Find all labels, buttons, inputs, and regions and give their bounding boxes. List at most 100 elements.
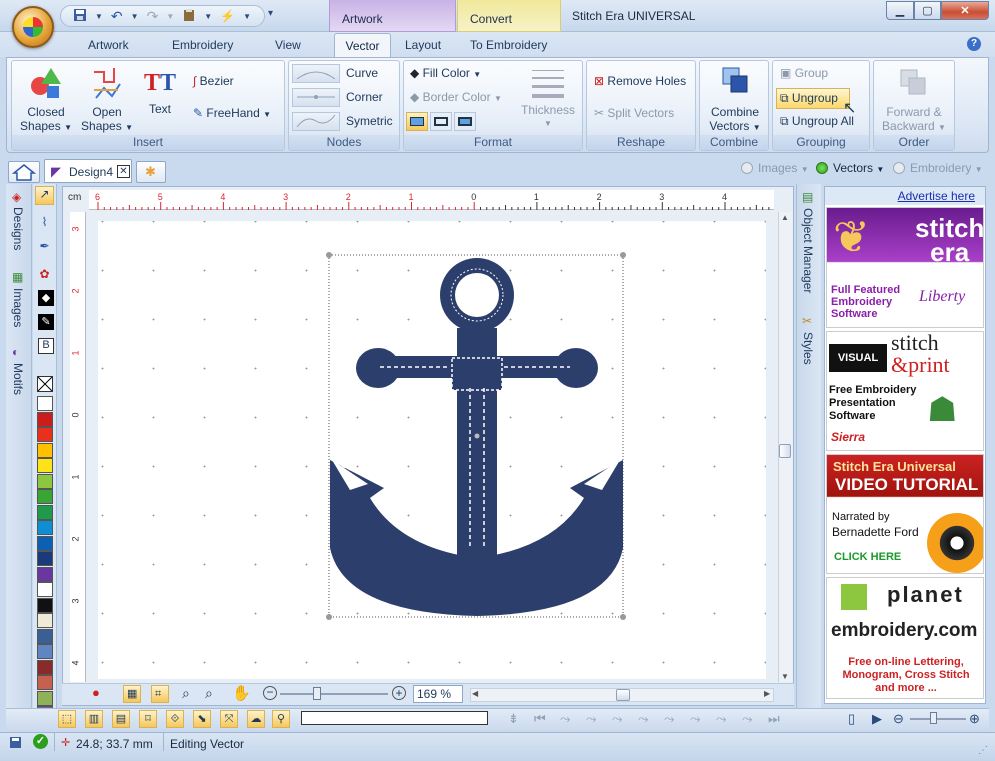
grid-toggle-button[interactable]: ▦ bbox=[123, 685, 141, 703]
minimize-button[interactable]: ▁ bbox=[886, 1, 914, 20]
playback-step-icon[interactable]: ⤳ bbox=[560, 711, 570, 727]
document-tab-design4[interactable]: ◤ Design4 ✕ bbox=[44, 159, 132, 183]
color-swatch[interactable] bbox=[37, 535, 53, 551]
wizard-tool[interactable]: ⚲ bbox=[272, 710, 290, 728]
guides-toggle-button[interactable]: ⌗ bbox=[151, 685, 169, 703]
open-shapes-button[interactable]: Open Shapes ▼ bbox=[79, 64, 135, 135]
color-swatch[interactable] bbox=[37, 396, 53, 411]
save-icon[interactable] bbox=[73, 8, 87, 25]
close-button[interactable]: ✕ bbox=[941, 1, 989, 20]
eyedropper-tool[interactable]: ✎ bbox=[38, 314, 54, 330]
color-swatch[interactable] bbox=[37, 489, 53, 504]
zoom-in-button[interactable]: + bbox=[392, 686, 406, 700]
tab-embroidery[interactable]: Embroidery bbox=[172, 38, 233, 56]
node-edit-tool[interactable]: ⌇ bbox=[35, 214, 54, 233]
curve-node-icon[interactable] bbox=[292, 64, 340, 83]
home-tab[interactable] bbox=[8, 161, 40, 183]
scroll-right-icon[interactable]: ▶ bbox=[764, 689, 770, 698]
playback-step-icon[interactable]: ⤳ bbox=[664, 711, 674, 727]
zoom-out-button[interactable]: − bbox=[263, 686, 277, 700]
context-tab-convert[interactable]: Convert bbox=[457, 0, 561, 32]
color-swatch[interactable] bbox=[37, 458, 53, 473]
color-swatch[interactable] bbox=[37, 675, 53, 690]
stitch-view-icon[interactable]: ▯ bbox=[848, 711, 855, 727]
no-color-swatch[interactable] bbox=[37, 376, 53, 392]
app-menu-button[interactable] bbox=[12, 6, 54, 48]
tab-vector[interactable]: Vector bbox=[334, 33, 391, 58]
playback-step-icon[interactable]: ⤳ bbox=[586, 711, 596, 727]
dropdown-icon[interactable]: ▼ bbox=[166, 12, 174, 21]
clipboard-icon[interactable] bbox=[182, 8, 196, 25]
color-swatch[interactable] bbox=[37, 613, 53, 628]
ad-stitch-era[interactable]: ❦ stitch era Full Featured Embroidery Softw… bbox=[826, 207, 984, 328]
maximize-button[interactable]: ▢ bbox=[914, 1, 941, 20]
scroll-up-icon[interactable]: ▲ bbox=[781, 213, 789, 222]
designs-panel-tab[interactable]: Designs bbox=[11, 207, 25, 250]
color-swatch[interactable] bbox=[37, 566, 53, 582]
playback-step-icon[interactable]: ⏮ bbox=[534, 711, 546, 727]
thickness-button[interactable]: Thickness ▼ bbox=[518, 66, 578, 131]
dropdown-icon[interactable]: ▼ bbox=[243, 12, 251, 21]
color-swatch[interactable] bbox=[37, 473, 53, 489]
view-mode-vectors[interactable]: Vectors ▼ bbox=[816, 161, 884, 175]
color-swatch[interactable] bbox=[37, 628, 53, 644]
symetric-button[interactable]: Symetric bbox=[346, 114, 393, 128]
zoom-slider-track[interactable] bbox=[280, 693, 388, 695]
color-swatch[interactable] bbox=[37, 551, 53, 566]
tab-layout[interactable]: Layout bbox=[405, 38, 441, 56]
playback-step-icon[interactable]: ⤳ bbox=[612, 711, 622, 727]
ungroup-button[interactable]: ⧉ Ungroup bbox=[776, 88, 850, 109]
anchor-vector-selection[interactable] bbox=[320, 248, 632, 624]
tab-view[interactable]: View bbox=[275, 38, 301, 56]
play-icon[interactable]: ▶ bbox=[872, 711, 882, 727]
playback-step-icon[interactable]: ⤳ bbox=[716, 711, 726, 727]
scroll-left-icon[interactable]: ◀ bbox=[472, 689, 478, 698]
zoom-selection-icon[interactable]: ⌕ bbox=[205, 685, 213, 702]
horizontal-scroll-thumb[interactable] bbox=[616, 689, 630, 701]
border-color-button[interactable]: ◆ Border Color ▼ bbox=[410, 90, 502, 104]
record-icon[interactable]: ● bbox=[92, 685, 100, 700]
color-swatch[interactable] bbox=[37, 504, 53, 520]
speed-up-icon[interactable]: ⊕ bbox=[969, 711, 980, 727]
fill-mode-both-button[interactable] bbox=[454, 112, 476, 131]
playback-step-icon[interactable]: ⤳ bbox=[690, 711, 700, 727]
color-swatch[interactable] bbox=[37, 520, 53, 535]
playback-step-icon[interactable]: ⤳ bbox=[638, 711, 648, 727]
corner-button[interactable]: Corner bbox=[346, 90, 383, 104]
save-status-icon[interactable] bbox=[9, 736, 22, 752]
speed-down-icon[interactable]: ⊖ bbox=[893, 711, 904, 727]
tab-to-embroidery[interactable]: To Embroidery bbox=[470, 38, 547, 56]
lightning-icon[interactable]: ⚡ bbox=[220, 9, 235, 23]
zoom-slider-thumb[interactable] bbox=[313, 687, 321, 700]
node-tool[interactable]: ⟐ bbox=[166, 710, 184, 728]
stitch-tool[interactable]: ▥ bbox=[85, 710, 103, 728]
styles-tab[interactable]: Styles bbox=[801, 332, 815, 365]
ad-stitch-print[interactable]: VISUAL stitch &print Free Embroidery Prese… bbox=[826, 331, 984, 451]
symetric-node-icon[interactable] bbox=[292, 112, 340, 131]
run-stitch-tool[interactable]: ▤ bbox=[112, 710, 130, 728]
help-icon[interactable]: ? bbox=[967, 37, 981, 51]
pen-tool[interactable]: ✒ bbox=[35, 238, 54, 257]
fill-mode-border-button[interactable] bbox=[430, 112, 452, 131]
speed-slider-thumb[interactable] bbox=[930, 712, 937, 724]
remove-holes-button[interactable]: ⊠ Remove Holes bbox=[594, 74, 686, 88]
view-mode-images[interactable]: Images ▼ bbox=[741, 161, 809, 175]
ad-video-tutorial[interactable]: Stitch Era Universal VIDEO TUTORIAL Narr… bbox=[826, 454, 984, 574]
bezier-button[interactable]: ∫ Bezier bbox=[193, 74, 234, 88]
close-tab-icon[interactable]: ✕ bbox=[117, 165, 130, 178]
ungroup-all-button[interactable]: ⧉ Ungroup All bbox=[780, 114, 854, 129]
combine-vectors-button[interactable]: Combine Vectors ▼ bbox=[704, 64, 766, 135]
view-mode-embroidery[interactable]: Embroidery ▼ bbox=[893, 161, 983, 175]
dropdown-icon[interactable]: ▼ bbox=[95, 12, 103, 21]
freehand-button[interactable]: ✎ FreeHand ▼ bbox=[193, 106, 271, 120]
playback-step-icon[interactable]: ⇟ bbox=[508, 711, 519, 727]
closed-shapes-button[interactable]: Closed Shapes ▼ bbox=[18, 64, 74, 135]
split-vectors-button[interactable]: ✂ Split Vectors bbox=[594, 106, 674, 120]
border-tool[interactable]: B bbox=[38, 338, 54, 354]
color-swatch[interactable] bbox=[37, 597, 53, 613]
pan-hand-icon[interactable]: ✋ bbox=[232, 684, 251, 702]
playback-step-icon[interactable]: ⤳ bbox=[742, 711, 752, 727]
satin-tool[interactable]: ⌑ bbox=[139, 710, 157, 728]
images-panel-tab[interactable]: Images bbox=[11, 288, 25, 327]
ad-planet-embroidery[interactable]: planet embroidery.com Free on-line Lette… bbox=[826, 577, 984, 699]
